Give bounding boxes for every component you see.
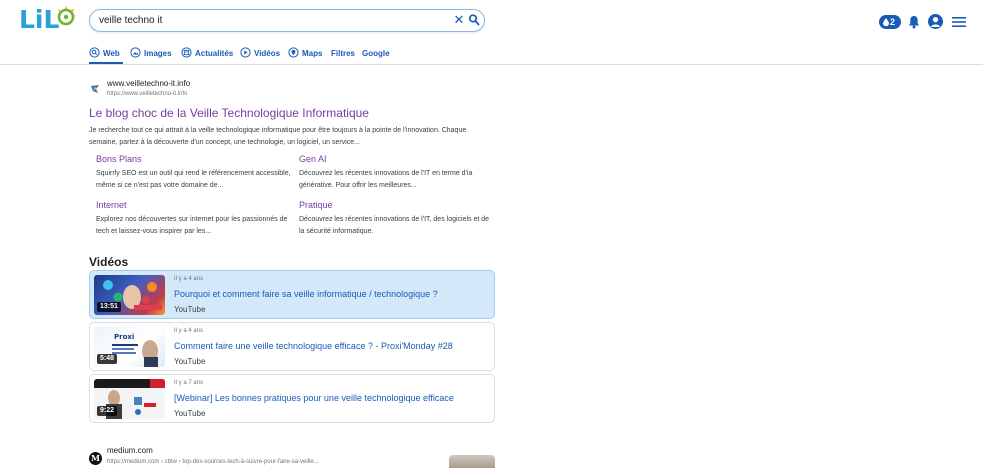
lilo-logo[interactable]: LiL bbox=[19, 5, 77, 35]
video-duration: 5:48 bbox=[97, 354, 118, 364]
tab-maps[interactable]: Maps bbox=[288, 46, 322, 64]
sitelink-description: Explorez nos découvertes sur internet po… bbox=[96, 216, 288, 235]
video-duration: 13:51 bbox=[97, 302, 121, 312]
tab-videos[interactable]: Vidéos bbox=[240, 46, 280, 64]
video-card[interactable]: 9:22 Il y a 7 ans [Webinar] Les bonnes p… bbox=[89, 374, 495, 423]
tab-news[interactable]: Actualités bbox=[181, 46, 233, 64]
logo-leaf-icon bbox=[57, 6, 76, 26]
sitelink-description: Squirrly SEO est un outil qui rend le ré… bbox=[96, 170, 291, 189]
video-icon bbox=[240, 47, 251, 58]
hamburger-menu-icon[interactable] bbox=[952, 16, 966, 28]
video-source: YouTube bbox=[174, 409, 206, 418]
result-site-url[interactable]: https://medium.com › cbtw › top-des-sour… bbox=[107, 459, 319, 465]
site-favicon-icon bbox=[91, 85, 99, 93]
result-site-name[interactable]: www.veilletechno-it.info bbox=[107, 79, 190, 88]
news-icon bbox=[181, 47, 192, 58]
sitelink-internet: Internet Explorez nos découvertes sur in… bbox=[96, 199, 296, 238]
videos-heading: Vidéos bbox=[89, 255, 129, 269]
video-source: YouTube bbox=[174, 305, 206, 314]
sitelink-gen-ai: Gen AI Découvrez les récentes innovation… bbox=[299, 153, 499, 192]
result-thumbnail[interactable] bbox=[449, 455, 495, 468]
search-input[interactable] bbox=[99, 12, 439, 29]
sitelink-pratique: Pratique Découvrez les récentes innovati… bbox=[299, 199, 499, 238]
tab-web[interactable]: Web bbox=[89, 46, 123, 64]
result-site-url[interactable]: https://www.veilletechno-it.info bbox=[107, 91, 187, 97]
video-age: Il y a 4 ans bbox=[174, 328, 204, 334]
result-title-link[interactable]: Le blog choc de la Veille Technologique … bbox=[89, 106, 369, 120]
result-snippet: Je recherche tout ce qui attrait à la ve… bbox=[89, 127, 467, 146]
sitelink-bons-plans: Bons Plans Squirrly SEO est un outil qui… bbox=[96, 153, 296, 192]
sitelink-description: Découvrez les récentes innovations de l'… bbox=[299, 216, 490, 235]
search-box[interactable]: ✕ bbox=[89, 9, 485, 32]
drops-count: 2 bbox=[890, 17, 896, 27]
video-title-link[interactable]: Comment faire une veille technologique e… bbox=[174, 341, 453, 351]
video-age: Il y a 7 ans bbox=[174, 380, 204, 386]
water-drop-icon bbox=[883, 18, 889, 26]
images-icon bbox=[130, 47, 141, 58]
video-thumbnail[interactable]: 9:22 bbox=[94, 379, 165, 419]
video-source: YouTube bbox=[174, 357, 206, 366]
video-title-link[interactable]: Pourquoi et comment faire sa veille info… bbox=[174, 289, 438, 299]
video-thumbnail[interactable]: Proxi 5:48 bbox=[94, 327, 165, 367]
bell-icon[interactable] bbox=[908, 15, 920, 29]
close-icon[interactable]: ✕ bbox=[452, 13, 466, 27]
svg-text:Proxi: Proxi bbox=[114, 333, 134, 341]
video-title-link[interactable]: [Webinar] Les bonnes pratiques pour une … bbox=[174, 393, 454, 403]
video-card[interactable]: 13:51 Il y a 4 ans Pourquoi et comment f… bbox=[89, 270, 495, 319]
sitelink-title[interactable]: Pratique bbox=[299, 199, 499, 211]
top-bar: LiL ✕ 2 bbox=[0, 0, 983, 40]
sitelink-title[interactable]: Internet bbox=[96, 199, 296, 211]
tab-images[interactable]: Images bbox=[130, 46, 172, 64]
logo-wordmark: LiL bbox=[19, 5, 60, 34]
search-icon[interactable] bbox=[468, 13, 480, 27]
sitelink-title[interactable]: Gen AI bbox=[299, 153, 499, 165]
web-icon bbox=[89, 47, 100, 58]
video-card[interactable]: Proxi 5:48 Il y a 4 ans Comment faire un… bbox=[89, 322, 495, 371]
video-thumbnail[interactable]: 13:51 bbox=[94, 275, 165, 315]
sitelink-title[interactable]: Bons Plans bbox=[96, 153, 296, 165]
medium-favicon-icon: M bbox=[89, 452, 102, 465]
tab-google[interactable]: Google bbox=[362, 46, 390, 64]
sitelink-description: Découvrez les récentes innovations de l'… bbox=[299, 170, 473, 189]
tab-filters[interactable]: Filtres bbox=[331, 46, 355, 64]
video-duration: 9:22 bbox=[97, 406, 118, 416]
tabs-divider bbox=[0, 64, 983, 65]
result-site-name[interactable]: medium.com bbox=[107, 446, 153, 455]
video-age: Il y a 4 ans bbox=[174, 276, 204, 282]
account-icon[interactable] bbox=[928, 14, 943, 29]
map-pin-icon bbox=[288, 47, 299, 58]
drops-counter[interactable]: 2 bbox=[879, 15, 901, 29]
